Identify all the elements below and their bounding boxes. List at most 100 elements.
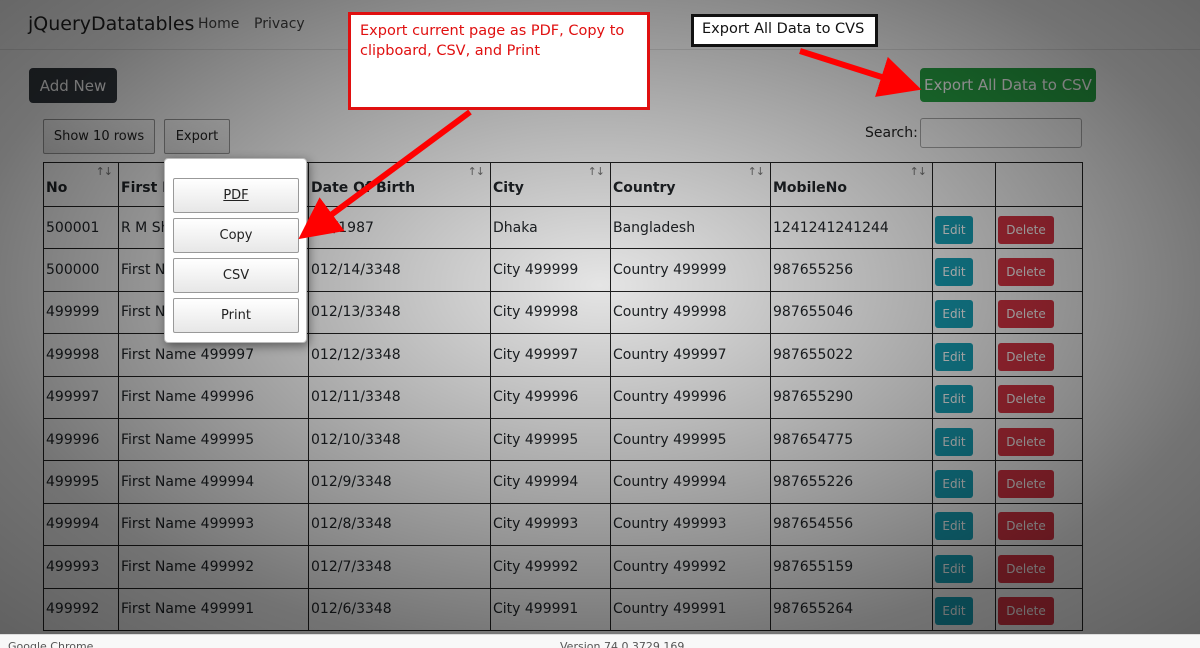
edit-button[interactable]: Edit [935, 385, 973, 414]
add-new-button[interactable]: Add New [29, 68, 117, 103]
cell-date-of-birth: 012/11/3348 [308, 375, 491, 419]
cell-date-of-birth: 012/10/3348 [308, 417, 491, 462]
sort-icon: ↑↓ [747, 165, 765, 178]
edit-button[interactable]: Edit [935, 470, 973, 499]
column-header-delete [995, 162, 1083, 207]
cell-date-of-birth: 012/8/3348 [308, 502, 491, 547]
cell-delete: Delete [995, 248, 1083, 292]
export-csv-button[interactable]: CSV [173, 258, 299, 293]
delete-button[interactable]: Delete [998, 554, 1054, 583]
export-all-csv-button[interactable]: Export All Data to CSV [920, 68, 1096, 102]
cell-first-name: First Name 499993 [118, 502, 309, 547]
export-pdf-button[interactable]: PDF [173, 178, 299, 213]
delete-button[interactable]: Delete [998, 215, 1054, 244]
column-header-country[interactable]: Country ↑↓ [610, 162, 771, 207]
cell-delete: Delete [995, 460, 1083, 504]
edit-button[interactable]: Edit [935, 258, 973, 287]
sort-icon: ↑↓ [95, 165, 113, 178]
cell-country: Country 499994 [610, 460, 771, 504]
edit-button[interactable]: Edit [935, 342, 973, 371]
cell-mobile-no: 987655159 [770, 545, 933, 589]
sort-icon: ↑↓ [909, 165, 927, 178]
cell-city: City 499994 [490, 460, 611, 504]
cell-delete: Delete [995, 375, 1083, 419]
cell-country: Country 499998 [610, 290, 771, 335]
cell-no: 499996 [43, 417, 119, 462]
cell-delete: Delete [995, 587, 1083, 631]
cell-edit: Edit [932, 333, 996, 377]
export-copy-button[interactable]: Copy [173, 218, 299, 253]
cell-city: City 499999 [490, 248, 611, 292]
search-input[interactable] [920, 118, 1082, 148]
cell-date-of-birth: 012/12/3348 [308, 333, 491, 377]
edit-button[interactable]: Edit [935, 300, 973, 329]
status-bar-center: Version 74.0.3729.169 [560, 640, 685, 648]
status-bar-left: Google Chrome [8, 640, 94, 648]
delete-button[interactable]: Delete [998, 342, 1054, 371]
edit-button[interactable]: Edit [935, 427, 973, 456]
nav-link-home[interactable]: Home [198, 16, 239, 32]
cell-country: Country 499999 [610, 248, 771, 292]
brand-link[interactable]: jQueryDatatables [28, 13, 194, 35]
cell-edit: Edit [932, 248, 996, 292]
search-label: Search: [865, 125, 918, 141]
delete-button[interactable]: Delete [998, 385, 1054, 414]
table-row: 499996 First Name 499995 012/10/3348 City 4… [43, 417, 1083, 462]
cell-first-name: First Name 499992 [118, 545, 309, 589]
export-dropdown-menu: PDF Copy CSV Print [164, 158, 307, 343]
column-header-no[interactable]: No ↑↓ [43, 162, 119, 207]
cell-mobile-no: 987655046 [770, 290, 933, 335]
cell-city: City 499995 [490, 417, 611, 462]
cell-mobile-no: 1241241241244 [770, 205, 933, 250]
table-row: 499992 First Name 499991 012/6/3348 City 49… [43, 587, 1083, 631]
delete-button[interactable]: Delete [998, 300, 1054, 329]
cell-edit: Edit [932, 545, 996, 589]
edit-button[interactable]: Edit [935, 215, 973, 244]
cell-no: 499995 [43, 460, 119, 504]
export-button[interactable]: Export [164, 119, 230, 154]
delete-button[interactable]: Delete [998, 470, 1054, 499]
cell-city: City 499998 [490, 290, 611, 335]
column-header-mobile-no[interactable]: MobileNo ↑↓ [770, 162, 933, 207]
cell-date-of-birth: 012/7/3348 [308, 545, 491, 589]
cell-delete: Delete [995, 502, 1083, 547]
cell-city: City 499993 [490, 502, 611, 547]
cell-country: Country 499997 [610, 333, 771, 377]
edit-button[interactable]: Edit [935, 597, 973, 626]
column-header-date-of-birth[interactable]: Date Of Birth ↑↓ [308, 162, 491, 207]
cell-mobile-no: 987654556 [770, 502, 933, 547]
cell-city: City 499991 [490, 587, 611, 631]
cell-no: 499993 [43, 545, 119, 589]
annotation-export-page: Export current page as PDF, Copy to clip… [348, 12, 650, 110]
delete-button[interactable]: Delete [998, 512, 1054, 541]
cell-delete: Delete [995, 545, 1083, 589]
column-header-city[interactable]: City ↑↓ [490, 162, 611, 207]
cell-mobile-no: 987655290 [770, 375, 933, 419]
nav-link-privacy[interactable]: Privacy [254, 16, 305, 32]
cell-delete: Delete [995, 205, 1083, 250]
cell-no: 500001 [43, 205, 119, 250]
cell-edit: Edit [932, 205, 996, 250]
cell-first-name: First Name 499996 [118, 375, 309, 419]
edit-button[interactable]: Edit [935, 512, 973, 541]
cell-date-of-birth: 012/13/3348 [308, 290, 491, 335]
show-rows-button[interactable]: Show 10 rows [43, 119, 155, 154]
cell-country: Country 499995 [610, 417, 771, 462]
delete-button[interactable]: Delete [998, 427, 1054, 456]
edit-button[interactable]: Edit [935, 554, 973, 583]
cell-city: Dhaka [490, 205, 611, 250]
cell-mobile-no: 987655226 [770, 460, 933, 504]
column-header-edit [932, 162, 996, 207]
cell-country: Country 499996 [610, 375, 771, 419]
cell-first-name: First Name 499994 [118, 460, 309, 504]
delete-button[interactable]: Delete [998, 258, 1054, 287]
delete-button[interactable]: Delete [998, 597, 1054, 626]
cell-date-of-birth: 012/14/3348 [308, 248, 491, 292]
cell-edit: Edit [932, 587, 996, 631]
export-print-button[interactable]: Print [173, 298, 299, 333]
cell-first-name: First Name 499991 [118, 587, 309, 631]
sort-icon: ↑↓ [467, 165, 485, 178]
cell-first-name: First Name 499995 [118, 417, 309, 462]
cell-city: City 499992 [490, 545, 611, 589]
table-row: 499993 First Name 499992 012/7/3348 City 49… [43, 545, 1083, 589]
